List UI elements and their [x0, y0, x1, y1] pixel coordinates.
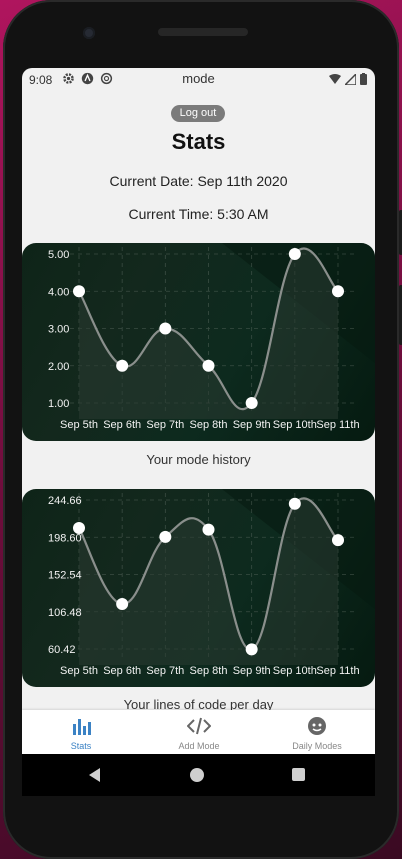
y-tick-label: 198.60 — [48, 532, 82, 544]
y-tick-label: 106.48 — [48, 607, 82, 619]
logout-button[interactable]: Log out — [171, 105, 225, 122]
chart-point — [332, 285, 344, 298]
chart-point — [159, 322, 172, 335]
current-date: Current Date: Sep 11th 2020 — [109, 173, 288, 189]
chart-point — [73, 285, 85, 298]
chart-point — [245, 397, 258, 409]
chart-point — [288, 248, 301, 260]
chart-svg: 244.66 198.60 152.54 106.48 60.42 Sep 5th Sep … — [48, 489, 375, 677]
mode-history-caption: Your mode history — [146, 452, 251, 467]
code-icon — [187, 717, 211, 735]
signal-icon — [345, 73, 356, 85]
x-tick-label: Sep 9th — [233, 665, 271, 677]
x-tick-label: Sep 7th — [146, 665, 184, 677]
x-tick-label: Sep 5th — [60, 665, 98, 677]
y-tick-label: 244.66 — [48, 495, 82, 507]
chart-point — [159, 530, 172, 543]
app-screen: 9:08 mode Log out Stats Current Date: Se… — [22, 68, 375, 754]
y-tick-label: 4.00 — [48, 286, 69, 298]
chart-area — [79, 498, 338, 665]
y-tick-label: 152.54 — [48, 570, 82, 582]
camera — [83, 27, 95, 39]
y-tick-label: 2.00 — [48, 361, 69, 373]
status-bar: 9:08 mode — [22, 68, 375, 90]
x-tick-label: Sep 5th — [60, 419, 98, 431]
current-time: Current Time: 5:30 AM — [128, 206, 269, 222]
android-navigation-bar — [22, 754, 375, 796]
face-icon — [308, 717, 326, 735]
y-tick-label: 1.00 — [48, 398, 69, 410]
x-tick-label: Sep 8th — [190, 665, 228, 677]
y-tick-label: 3.00 — [48, 324, 69, 336]
x-tick-label: Sep 9th — [233, 419, 271, 431]
nav-daily-modes-label: Daily Modes — [292, 741, 342, 751]
stats-content[interactable]: Log out Stats Current Date: Sep 11th 202… — [22, 90, 375, 710]
nav-daily-modes[interactable]: Daily Modes — [258, 710, 375, 754]
back-button[interactable] — [89, 768, 100, 782]
x-tick-label: Sep 6th — [103, 419, 141, 431]
page-title: Stats — [171, 129, 226, 154]
recent-apps-button[interactable] — [292, 768, 305, 781]
lines-of-code-caption: Your lines of code per day — [123, 697, 274, 710]
nav-add-mode-label: Add Mode — [178, 741, 220, 751]
wifi-icon — [329, 73, 341, 84]
chart-point — [202, 359, 215, 372]
chart-point — [332, 534, 344, 547]
x-tick-label: Sep 10th — [273, 419, 317, 431]
chart-point — [116, 359, 129, 372]
bottom-navigation: Stats Add Mode Daily Modes — [22, 710, 375, 754]
x-tick-label: Sep 6th — [103, 665, 141, 677]
nav-stats[interactable]: Stats — [22, 710, 140, 754]
chart-svg: 5.00 4.00 3.00 2.00 1.00 Sep 5th Sep 6th Sep 7t… — [48, 243, 375, 431]
chart-point — [288, 497, 301, 510]
y-tick-label: 5.00 — [48, 249, 69, 261]
x-tick-label: Sep 10th — [273, 665, 317, 677]
lines-of-code-chart: 244.66 198.60 152.54 106.48 60.42 Sep 5th Sep … — [22, 489, 375, 687]
app-name: mode — [182, 71, 215, 86]
x-tick-label: Sep 11th — [316, 665, 359, 677]
battery-icon — [360, 73, 367, 85]
speaker — [158, 28, 248, 36]
y-tick-label: 60.42 — [48, 644, 76, 656]
chart-point — [245, 643, 258, 656]
bar-chart-icon — [73, 719, 91, 735]
mode-history-chart: 5.00 4.00 3.00 2.00 1.00 Sep 5th Sep 6th Sep 7t… — [22, 243, 375, 441]
chart-point — [202, 523, 215, 536]
nav-stats-label: Stats — [70, 741, 92, 751]
x-tick-label: Sep 8th — [190, 419, 228, 431]
chart-point — [116, 598, 129, 611]
nav-add-mode[interactable]: Add Mode — [140, 710, 258, 754]
x-tick-label: Sep 11th — [316, 419, 359, 431]
home-button[interactable] — [190, 768, 204, 782]
x-tick-label: Sep 7th — [146, 419, 184, 431]
